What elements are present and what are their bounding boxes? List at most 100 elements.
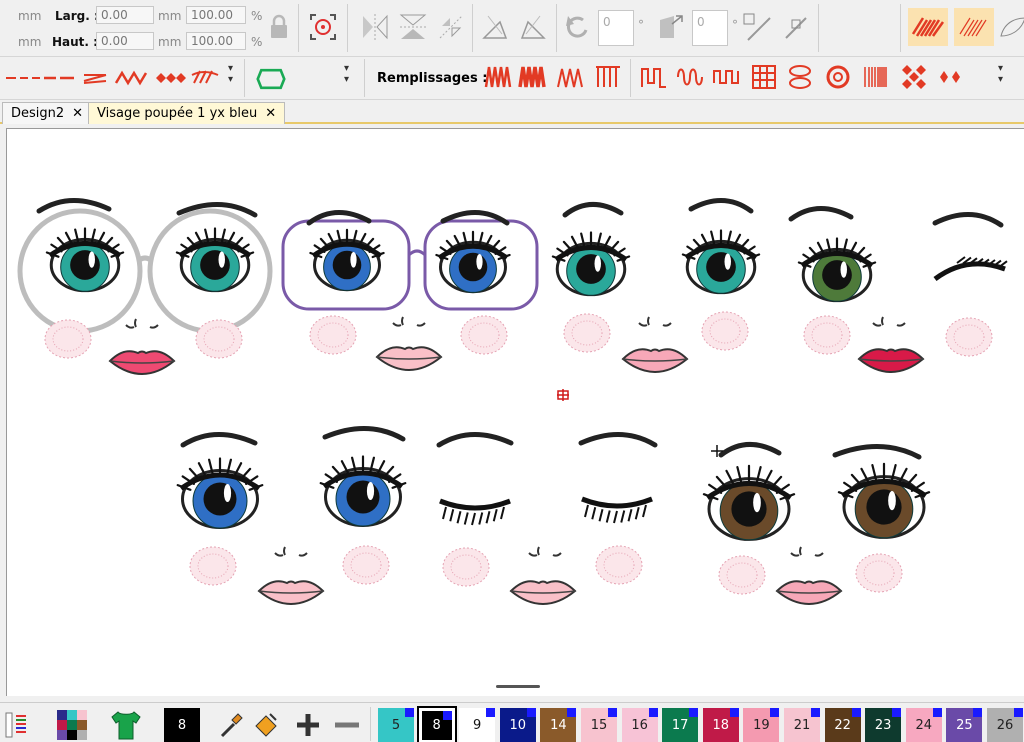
fill-circle-icon[interactable] (824, 63, 852, 91)
nose (528, 546, 562, 557)
rotate-icon[interactable] (562, 12, 592, 42)
add-color-icon[interactable] (294, 711, 322, 739)
eye-highlight (218, 251, 225, 268)
satin-fill-icon[interactable] (908, 8, 948, 46)
outline-dropdown-arrow[interactable]: ▾ ▾ (344, 63, 349, 85)
property-toolbar: mm mm Larg. : Haut. : 0.00 0.00 mm mm 10… (0, 0, 1024, 57)
design-canvas[interactable] (6, 128, 1024, 696)
lock-ratio-icon[interactable] (264, 12, 294, 42)
palette-swatch[interactable]: 19 (743, 708, 780, 742)
fill-meander-icon[interactable] (640, 63, 668, 91)
close-icon[interactable]: ✕ (265, 106, 276, 121)
fill-diamonds-icon[interactable] (936, 63, 964, 91)
fill-zigzag-icon[interactable] (484, 63, 512, 91)
nose (274, 546, 308, 557)
tatami-fill-icon[interactable] (954, 8, 994, 46)
palette-swatch[interactable]: 26 (987, 708, 1023, 742)
palette-swatch[interactable]: 23 (865, 708, 902, 742)
swatch-label: 14 (550, 718, 567, 733)
fill-grid-icon[interactable] (750, 63, 778, 91)
fill-satin-icon[interactable] (518, 63, 546, 91)
fills-dropdown-arrow[interactable]: ▾ ▾ (998, 63, 1003, 85)
leaf-shape-icon[interactable] (998, 12, 1024, 42)
tab-design2[interactable]: Design2 ✕ (2, 102, 93, 124)
align-grid-icon[interactable] (742, 12, 772, 42)
palette-swatch[interactable]: 8 (416, 706, 457, 742)
stitch-toolbar: ▾ ▾ ▾ ▾ Remplissages : ▾ ▾ (0, 57, 1024, 100)
palette-swatch[interactable]: 25 (946, 708, 983, 742)
nose (638, 316, 672, 327)
fill-gradient-icon[interactable] (862, 63, 890, 91)
unit-label: % (251, 35, 263, 49)
fill-chain-icon[interactable] (786, 63, 814, 91)
swatch-label: 5 (391, 718, 401, 733)
mirror-diagonal-icon[interactable] (436, 12, 466, 42)
skew-right-icon[interactable] (518, 12, 548, 42)
swatch-flag (932, 708, 942, 717)
blush-cheek (195, 319, 243, 359)
palette-swatch[interactable]: 24 (905, 708, 942, 742)
width-input[interactable]: 0.00 (96, 6, 154, 24)
current-color-swatch[interactable]: 8 (164, 708, 200, 742)
unit-label: % (251, 9, 263, 23)
skew-left-icon[interactable] (480, 12, 510, 42)
paint-bucket-icon[interactable] (250, 710, 280, 740)
palette-swatch[interactable]: 22 (824, 708, 861, 742)
closed-eyelid (581, 496, 653, 509)
blush-cheek (855, 553, 903, 593)
eyebrow (180, 432, 258, 448)
tab-visage-poupee[interactable]: Visage poupée 1 yx bleu ✕ (88, 102, 286, 124)
fill-diamond-pattern-icon[interactable] (900, 63, 928, 91)
swatch-label: 22 (834, 718, 851, 733)
slant-angle-input[interactable]: 0 (692, 10, 728, 46)
palette-swatch[interactable]: 9 (459, 708, 496, 742)
outline-shape-icon[interactable] (256, 64, 286, 94)
swatch-flag (689, 708, 699, 717)
eyedropper-icon[interactable] (218, 710, 246, 740)
fill-comb-icon[interactable] (594, 63, 622, 91)
color-grid-icon[interactable] (56, 709, 88, 741)
pupil (332, 250, 362, 280)
height-scale-input[interactable]: 100.00 (186, 32, 246, 50)
remove-color-icon[interactable] (332, 711, 362, 739)
center-target-icon[interactable] (308, 12, 338, 42)
palette-swatch[interactable]: 10 (499, 708, 536, 742)
swatch-flag (648, 708, 658, 717)
close-icon[interactable]: ✕ (72, 106, 83, 121)
node-edit-icon[interactable] (780, 12, 810, 42)
fill-square-wave-icon[interactable] (712, 63, 740, 91)
blush-cheek (595, 545, 643, 585)
eyebrow (578, 432, 658, 448)
pupil (346, 480, 380, 514)
unit-label: mm (158, 9, 182, 23)
slant-icon[interactable] (654, 12, 684, 42)
swatch-label: 24 (915, 718, 933, 733)
mirror-vertical-icon[interactable] (398, 12, 428, 42)
line-stitch-icons[interactable] (4, 67, 222, 89)
fill-wave-icon[interactable] (556, 63, 584, 91)
palette-swatch[interactable]: 15 (581, 708, 617, 742)
swatch-flag (405, 708, 414, 717)
swatch-flag (567, 708, 577, 717)
canvas-scroll-handle[interactable] (496, 685, 540, 688)
line-dropdown-arrow[interactable]: ▾ ▾ (228, 63, 233, 85)
width-scale-input[interactable]: 100.00 (186, 6, 246, 24)
palette-swatch[interactable]: 17 (662, 708, 699, 742)
mirror-horizontal-icon[interactable] (360, 12, 390, 42)
palette-swatch[interactable]: 21 (784, 708, 820, 742)
palette-swatch[interactable]: 18 (702, 708, 739, 742)
palette-swatch[interactable]: 16 (621, 708, 658, 742)
swatch-flag (851, 708, 861, 717)
swatch-label: 8 (432, 718, 441, 733)
eye-highlight (223, 484, 232, 502)
swatch-label: 19 (753, 718, 770, 733)
height-input[interactable]: 0.00 (96, 32, 154, 50)
blush-cheek (701, 311, 749, 351)
eyebrow (688, 198, 754, 214)
palette-swatch[interactable]: 14 (540, 708, 577, 742)
palette-swatch[interactable]: 5 (378, 708, 414, 742)
tshirt-preview-icon[interactable] (108, 709, 144, 741)
rotate-angle-input[interactable]: 0 (598, 10, 634, 46)
thread-list-icon[interactable] (4, 711, 28, 739)
fill-loop-icon[interactable] (676, 63, 704, 91)
